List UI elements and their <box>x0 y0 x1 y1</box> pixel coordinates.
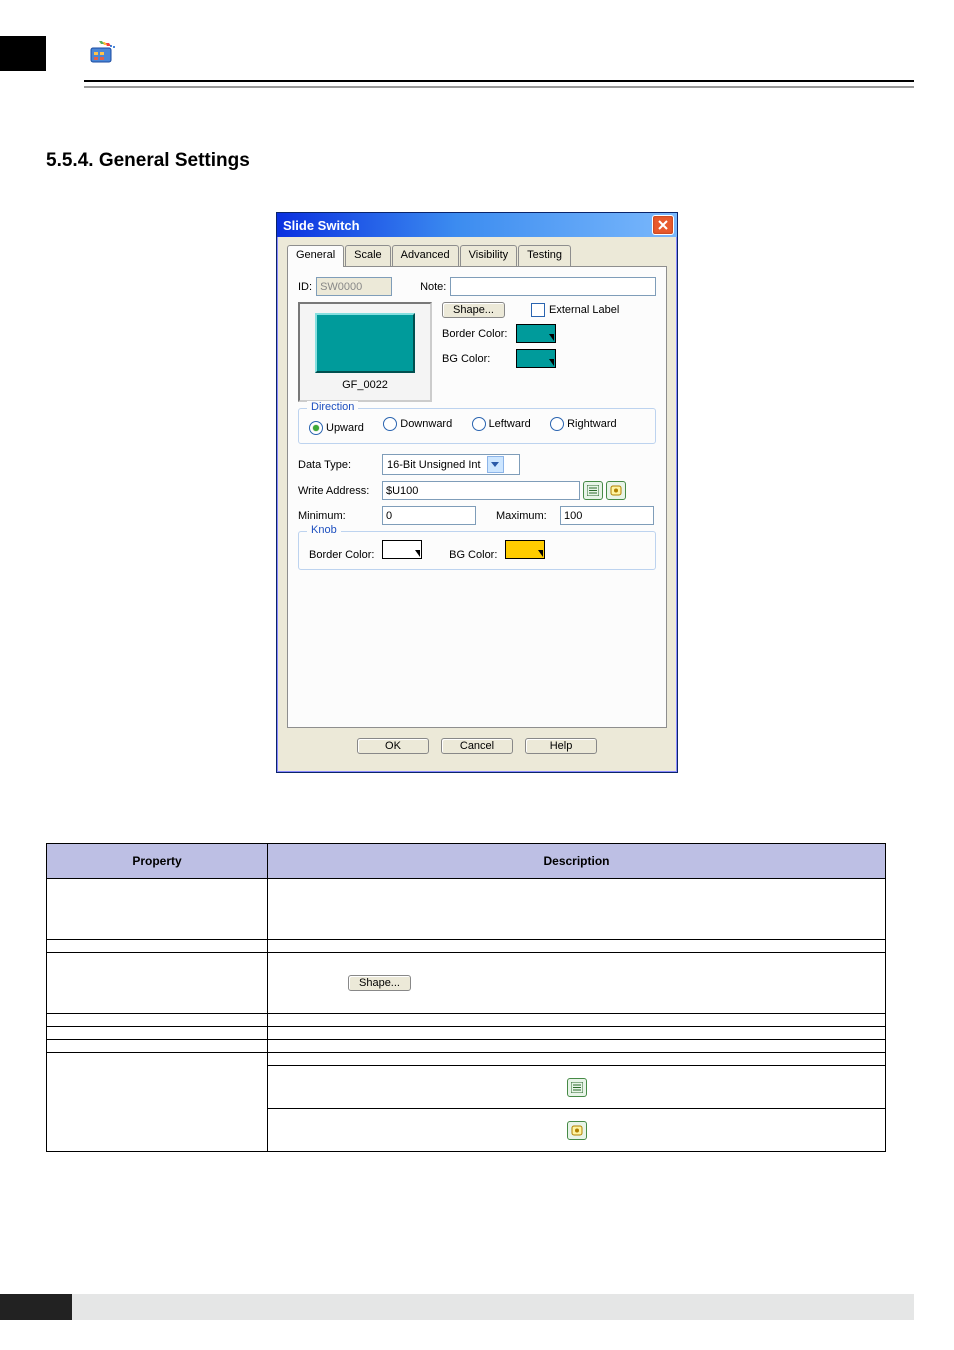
radio-upward[interactable]: Upward <box>309 421 364 435</box>
page-corner-block <box>0 36 46 71</box>
tab-general[interactable]: General <box>287 245 344 267</box>
radio-leftward[interactable]: Leftward <box>472 417 531 431</box>
tab-scale[interactable]: Scale <box>345 245 391 267</box>
knob-bg-color-swatch[interactable] <box>505 540 545 559</box>
knob-border-color-swatch[interactable] <box>382 540 422 559</box>
chevron-down-icon <box>487 456 504 473</box>
direction-title: Direction <box>307 401 358 413</box>
bg-color-swatch[interactable] <box>516 349 556 368</box>
shape-rect <box>315 313 415 373</box>
table-row <box>47 1040 886 1053</box>
th-description: Description <box>268 844 886 879</box>
tab-pane-general: ID: Note: GF_0022 Shape... <box>287 266 667 728</box>
minimum-label: Minimum: <box>298 510 378 522</box>
write-address-field[interactable] <box>382 481 580 500</box>
id-field <box>316 277 392 296</box>
bg-color-label: BG Color: <box>442 353 512 365</box>
slide-switch-dialog: Slide Switch General Scale Advanced Visi… <box>276 212 678 773</box>
radio-downward[interactable]: Downward <box>383 417 452 431</box>
tab-visibility[interactable]: Visibility <box>460 245 518 267</box>
dialog-button-row: OK Cancel Help <box>287 728 667 768</box>
tab-advanced[interactable]: Advanced <box>392 245 459 267</box>
write-address-label: Write Address: <box>298 485 378 497</box>
id-label: ID: <box>298 281 312 293</box>
knob-border-color-label: Border Color: <box>309 549 374 561</box>
tag-icon <box>567 1121 587 1140</box>
table-row <box>47 1027 886 1040</box>
knob-group: Knob Border Color: BG Color: <box>298 531 656 570</box>
close-icon[interactable] <box>652 215 674 235</box>
cancel-button[interactable]: Cancel <box>441 738 513 754</box>
table-row <box>47 940 886 953</box>
external-label-checkbox[interactable] <box>531 303 545 317</box>
footer-block <box>0 1294 72 1320</box>
tab-strip: General Scale Advanced Visibility Testin… <box>287 245 667 267</box>
note-field[interactable] <box>450 277 656 296</box>
data-type-label: Data Type: <box>298 459 378 471</box>
data-type-select[interactable]: 16-Bit Unsigned Int <box>382 454 520 475</box>
tag-icon[interactable] <box>606 481 626 500</box>
knob-title: Knob <box>307 524 341 536</box>
external-label-text: External Label <box>549 304 619 316</box>
app-icon <box>90 40 116 66</box>
maximum-label: Maximum: <box>496 510 556 522</box>
property-table: Property Description Shape... <box>46 843 886 1152</box>
shape-button-in-table[interactable]: Shape... <box>348 975 411 991</box>
keypad-icon <box>567 1078 587 1097</box>
maximum-field[interactable] <box>560 506 654 525</box>
knob-bg-color-label: BG Color: <box>449 549 497 561</box>
direction-group: Direction Upward Downward Leftward Right… <box>298 408 656 444</box>
note-label: Note: <box>420 281 446 293</box>
table-row <box>47 1053 886 1066</box>
dialog-title: Slide Switch <box>283 218 360 233</box>
shape-name: GF_0022 <box>342 379 388 391</box>
section-heading: 5.5.4. General Settings <box>46 150 954 172</box>
help-button[interactable]: Help <box>525 738 597 754</box>
header-rule <box>84 80 914 88</box>
th-property: Property <box>47 844 268 879</box>
radio-rightward[interactable]: Rightward <box>550 417 617 431</box>
border-color-label: Border Color: <box>442 328 512 340</box>
border-color-swatch[interactable] <box>516 324 556 343</box>
keypad-icon[interactable] <box>583 481 603 500</box>
ok-button[interactable]: OK <box>357 738 429 754</box>
tab-testing[interactable]: Testing <box>518 245 571 267</box>
dialog-titlebar[interactable]: Slide Switch <box>277 213 677 237</box>
shape-button[interactable]: Shape... <box>442 302 505 318</box>
minimum-field[interactable] <box>382 506 476 525</box>
table-row <box>47 1014 886 1027</box>
table-row: Shape... <box>47 953 886 1014</box>
table-row <box>47 879 886 940</box>
page-footer <box>0 1294 914 1320</box>
shape-preview: GF_0022 <box>298 302 432 402</box>
